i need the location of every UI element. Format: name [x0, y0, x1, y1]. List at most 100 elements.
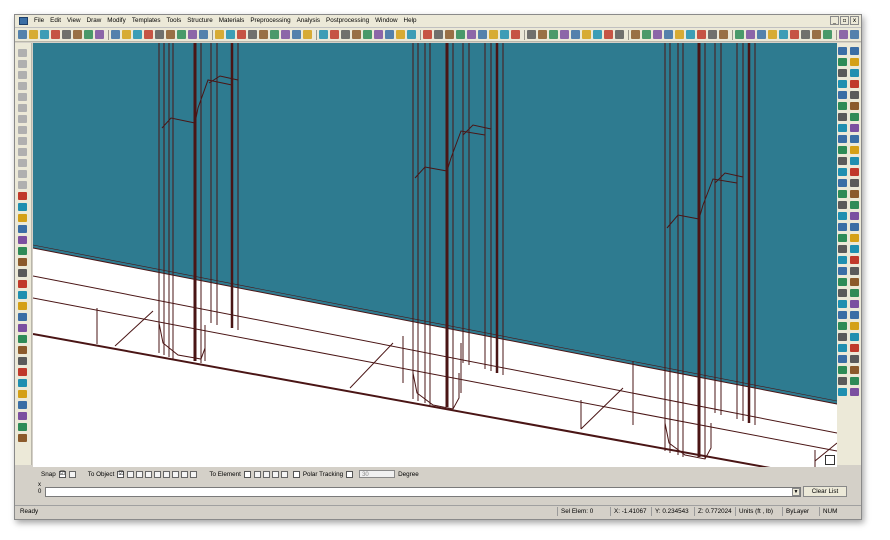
left-tool-icon[interactable]	[18, 390, 27, 398]
left-tool-icon[interactable]	[18, 104, 27, 112]
toolbar-tool-icon[interactable]	[768, 30, 777, 39]
restore-button[interactable]: ▫	[840, 16, 849, 25]
toolbar-tool-icon[interactable]	[237, 30, 246, 39]
right-tool-icon[interactable]	[850, 355, 859, 363]
left-tool-icon[interactable]	[18, 313, 27, 321]
toolbar-tool-icon[interactable]	[51, 30, 60, 39]
toolbar-tool-icon[interactable]	[407, 30, 416, 39]
right-tool-icon[interactable]	[850, 58, 859, 66]
toolbar-tool-icon[interactable]	[434, 30, 443, 39]
right-tool-icon[interactable]	[850, 124, 859, 132]
right-tool-icon[interactable]	[838, 344, 847, 352]
toolbar-tool-icon[interactable]	[850, 30, 859, 39]
right-tool-icon[interactable]	[850, 146, 859, 154]
right-tool-icon[interactable]	[850, 377, 859, 385]
menu-structure[interactable]: Structure	[184, 15, 216, 27]
left-tool-icon[interactable]	[18, 181, 27, 189]
toolbar-tool-icon[interactable]	[664, 30, 673, 39]
element-near-icon[interactable]	[280, 470, 288, 478]
left-tool-icon[interactable]	[18, 93, 27, 101]
right-tool-icon[interactable]	[850, 47, 859, 55]
to-object-checkbox[interactable]: ☑	[117, 470, 125, 478]
right-tool-icon[interactable]	[838, 179, 847, 187]
toolbar-tool-icon[interactable]	[62, 30, 71, 39]
right-tool-icon[interactable]	[850, 102, 859, 110]
right-tool-icon[interactable]	[838, 146, 847, 154]
toolbar-tool-icon[interactable]	[248, 30, 257, 39]
toolbar-tool-icon[interactable]	[270, 30, 279, 39]
right-tool-icon[interactable]	[850, 300, 859, 308]
toolbar-tool-icon[interactable]	[839, 30, 848, 39]
toolbar-tool-icon[interactable]	[719, 30, 728, 39]
left-tool-icon[interactable]	[18, 247, 27, 255]
menu-edit[interactable]: Edit	[47, 15, 64, 27]
toolbar-tool-icon[interactable]	[708, 30, 717, 39]
right-tool-icon[interactable]	[850, 157, 859, 165]
toolbar-tool-icon[interactable]	[292, 30, 301, 39]
right-tool-icon[interactable]	[838, 289, 847, 297]
toolbar-tool-icon[interactable]	[111, 30, 120, 39]
snap-tangent-icon[interactable]	[172, 470, 180, 478]
toolbar-tool-icon[interactable]	[122, 30, 131, 39]
polar-tracking-checkbox[interactable]	[292, 470, 300, 478]
right-tool-icon[interactable]	[838, 267, 847, 275]
right-tool-icon[interactable]	[850, 267, 859, 275]
right-tool-icon[interactable]	[838, 201, 847, 209]
right-tool-icon[interactable]	[838, 157, 847, 165]
command-input[interactable]	[45, 487, 801, 497]
toolbar-tool-icon[interactable]	[697, 30, 706, 39]
snap-grid-icon[interactable]	[68, 470, 76, 478]
toolbar-tool-icon[interactable]	[445, 30, 454, 39]
toolbar-tool-icon[interactable]	[801, 30, 810, 39]
right-tool-icon[interactable]	[838, 69, 847, 77]
toolbar-tool-icon[interactable]	[653, 30, 662, 39]
toolbar-tool-icon[interactable]	[593, 30, 602, 39]
right-tool-icon[interactable]	[838, 102, 847, 110]
left-tool-icon[interactable]	[18, 225, 27, 233]
toolbar-tool-icon[interactable]	[467, 30, 476, 39]
toolbar-tool-icon[interactable]	[188, 30, 197, 39]
toolbar-tool-icon[interactable]	[500, 30, 509, 39]
command-history-dropdown[interactable]: ▼	[792, 488, 800, 496]
right-tool-icon[interactable]	[850, 234, 859, 242]
toolbar-tool-icon[interactable]	[341, 30, 350, 39]
right-tool-icon[interactable]	[850, 80, 859, 88]
right-tool-icon[interactable]	[850, 201, 859, 209]
menu-window[interactable]: Window	[372, 15, 400, 27]
left-tool-icon[interactable]	[18, 291, 27, 299]
toolbar-tool-icon[interactable]	[95, 30, 104, 39]
clear-list-button[interactable]: Clear List	[803, 486, 847, 497]
right-tool-icon[interactable]	[850, 168, 859, 176]
toolbar-tool-icon[interactable]	[385, 30, 394, 39]
left-tool-icon[interactable]	[18, 357, 27, 365]
right-tool-icon[interactable]	[838, 245, 847, 253]
right-tool-icon[interactable]	[850, 388, 859, 396]
toolbar-tool-icon[interactable]	[259, 30, 268, 39]
toolbar-tool-icon[interactable]	[303, 30, 312, 39]
menu-help[interactable]: Help	[401, 15, 420, 27]
snap-nearest-icon[interactable]	[181, 470, 189, 478]
to-element-checkbox[interactable]	[243, 470, 251, 478]
toolbar-tool-icon[interactable]	[538, 30, 547, 39]
element-mid-icon[interactable]	[262, 470, 270, 478]
menu-materials[interactable]: Materials	[216, 15, 248, 27]
right-tool-icon[interactable]	[850, 322, 859, 330]
menu-templates[interactable]: Templates	[129, 15, 164, 27]
right-tool-icon[interactable]	[838, 333, 847, 341]
right-tool-icon[interactable]	[850, 278, 859, 286]
left-tool-icon[interactable]	[18, 379, 27, 387]
toolbar-tool-icon[interactable]	[155, 30, 164, 39]
toolbar-tool-icon[interactable]	[560, 30, 569, 39]
toolbar-tool-icon[interactable]	[511, 30, 520, 39]
right-tool-icon[interactable]	[850, 179, 859, 187]
right-tool-icon[interactable]	[838, 80, 847, 88]
right-tool-icon[interactable]	[838, 135, 847, 143]
right-tool-icon[interactable]	[850, 91, 859, 99]
right-tool-icon[interactable]	[838, 223, 847, 231]
toolbar-tool-icon[interactable]	[790, 30, 799, 39]
menu-preprocessing[interactable]: Preprocessing	[247, 15, 293, 27]
toolbar-tool-icon[interactable]	[735, 30, 744, 39]
right-tool-icon[interactable]	[838, 168, 847, 176]
right-tool-icon[interactable]	[850, 190, 859, 198]
polar-enable-checkbox[interactable]	[346, 470, 354, 478]
